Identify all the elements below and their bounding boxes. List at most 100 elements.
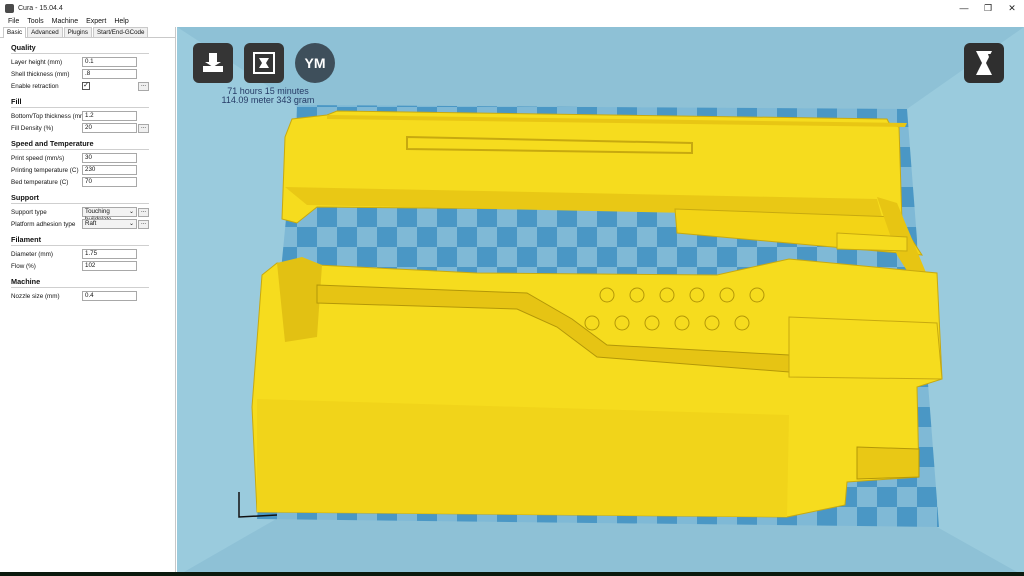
print-estimate: 71 hours 15 minutes 114.09 meter 343 gra… xyxy=(213,87,323,105)
taskbar-strip xyxy=(0,572,1024,576)
print-temp-label: Printing temperature (C) xyxy=(11,166,79,174)
shell-thickness-input[interactable]: .8 xyxy=(82,69,137,79)
vent-hole xyxy=(689,287,705,303)
print-button[interactable] xyxy=(244,43,284,83)
vent-hole xyxy=(599,287,615,303)
adhesion-value: Raft xyxy=(85,220,97,227)
adhesion-select[interactable]: Raft ⌄ xyxy=(82,219,137,229)
vent-hole xyxy=(734,315,750,331)
build-plate-scene xyxy=(177,27,1024,576)
section-title: Support xyxy=(11,193,39,202)
fill-density-input[interactable]: 20 xyxy=(82,123,137,133)
model-rear-notch xyxy=(856,446,920,480)
menu-machine[interactable]: Machine xyxy=(52,18,78,25)
load-icon xyxy=(203,53,223,72)
adhesion-more-button[interactable]: ... xyxy=(138,219,149,229)
nozzle-input[interactable]: 0.4 xyxy=(82,291,137,301)
section-title: Quality xyxy=(11,43,36,52)
settings-tabs: Basic Advanced Plugins Start/End-GCode xyxy=(0,27,175,38)
support-type-row: Support type Touching buildplate ⌄ ... xyxy=(0,206,175,223)
bottom-top-input[interactable]: 1.2 xyxy=(82,111,137,121)
nozzle-label: Nozzle size (mm) xyxy=(11,292,60,300)
shell-thickness-row: Shell thickness (mm) .8 xyxy=(0,68,175,80)
print-temp-input[interactable]: 230 xyxy=(82,165,137,175)
chevron-down-icon: ⌄ xyxy=(128,221,134,227)
view-mode-icon xyxy=(976,51,993,75)
menu-tools[interactable]: Tools xyxy=(27,18,43,25)
filament-section: Filament Diameter (mm) 1.75 Flow (%) 102 xyxy=(0,235,175,272)
menu-help[interactable]: Help xyxy=(114,18,128,25)
diameter-label: Diameter (mm) xyxy=(11,250,53,258)
load-model-button[interactable] xyxy=(193,43,233,83)
retraction-row: Enable retraction ✓ ... xyxy=(0,80,175,92)
title-bar: Cura - 15.04.4 — ❐ ✕ xyxy=(0,0,1024,16)
shell-thickness-label: Shell thickness (mm) xyxy=(11,70,70,78)
maximize-button[interactable]: ❐ xyxy=(976,0,1000,16)
menu-expert[interactable]: Expert xyxy=(86,18,106,25)
model-front-cap xyxy=(277,257,322,342)
tab-plugins[interactable]: Plugins xyxy=(63,27,92,37)
bed-temp-input[interactable]: 70 xyxy=(82,177,137,187)
support-type-label: Support type xyxy=(11,208,47,216)
vent-hole xyxy=(719,287,735,303)
support-type-select[interactable]: Touching buildplate ⌄ xyxy=(82,207,137,223)
fill-density-row: Fill Density (%) 20 ... xyxy=(0,122,175,134)
print-temp-row: Printing temperature (C) 230 xyxy=(0,164,175,176)
view-mode-button[interactable] xyxy=(964,43,1004,83)
vent-hole xyxy=(584,315,600,331)
machine-section: Machine Nozzle size (mm) 0.4 xyxy=(0,277,175,302)
speed-section: Speed and Temperature Print speed (mm/s)… xyxy=(0,139,175,188)
fill-density-label: Fill Density (%) xyxy=(11,124,54,132)
nozzle-row: Nozzle size (mm) 0.4 xyxy=(0,290,175,302)
divider xyxy=(11,53,149,54)
retraction-checkbox[interactable]: ✓ xyxy=(82,82,90,90)
vent-hole xyxy=(749,287,765,303)
window-title: Cura - 15.04.4 xyxy=(18,4,63,12)
bottom-top-label: Bottom/Top thickness (mm) xyxy=(11,112,88,120)
vent-hole xyxy=(659,287,675,303)
fill-more-button[interactable]: ... xyxy=(138,123,149,133)
vent-hole xyxy=(704,315,720,331)
3d-viewport[interactable]: YM 71 hours 15 minutes 114.09 meter 343 … xyxy=(177,27,1024,576)
window-controls: — ❐ ✕ xyxy=(952,0,1024,16)
adhesion-row: Platform adhesion type Raft ⌄ ... xyxy=(0,218,175,230)
close-button[interactable]: ✕ xyxy=(1000,0,1024,16)
divider xyxy=(11,107,149,108)
flow-label: Flow (%) xyxy=(11,262,36,270)
layer-height-input[interactable]: 0.1 xyxy=(82,57,137,67)
bed-temp-row: Bed temperature (C) 70 xyxy=(0,176,175,188)
vent-hole xyxy=(644,315,660,331)
menu-bar: File Tools Machine Expert Help xyxy=(0,16,176,27)
adhesion-label: Platform adhesion type xyxy=(11,220,76,228)
print-speed-input[interactable]: 30 xyxy=(82,153,137,163)
tab-basic[interactable]: Basic xyxy=(3,27,27,38)
chevron-down-icon: ⌄ xyxy=(128,209,134,215)
print-speed-row: Print speed (mm/s) 30 xyxy=(0,152,175,164)
retraction-more-button[interactable]: ... xyxy=(138,81,149,91)
flow-input[interactable]: 102 xyxy=(82,261,137,271)
model-lower-block xyxy=(257,399,789,517)
divider xyxy=(11,203,149,204)
ym-icon: YM xyxy=(304,55,326,71)
tab-start-end-gcode[interactable]: Start/End-GCode xyxy=(92,27,149,37)
flow-row: Flow (%) 102 xyxy=(0,260,175,272)
vent-hole xyxy=(674,315,690,331)
fill-section: Fill Bottom/Top thickness (mm) 1.2 Fill … xyxy=(0,97,175,134)
tab-advanced[interactable]: Advanced xyxy=(27,27,63,37)
quality-section: Quality Layer height (mm) 0.1 Shell thic… xyxy=(0,43,175,92)
bed-temp-label: Bed temperature (C) xyxy=(11,178,69,186)
print-material: 114.09 meter 343 gram xyxy=(221,95,315,105)
divider xyxy=(11,149,149,150)
divider xyxy=(11,287,149,288)
diameter-input[interactable]: 1.75 xyxy=(82,249,137,259)
bottom-top-row: Bottom/Top thickness (mm) 1.2 xyxy=(0,110,175,122)
layer-height-row: Layer height (mm) 0.1 xyxy=(0,56,175,68)
section-title: Machine xyxy=(11,277,41,286)
support-section: Support Support type Touching buildplate… xyxy=(0,193,175,230)
ym-button[interactable]: YM xyxy=(295,43,335,83)
settings-panel: Basic Advanced Plugins Start/End-GCode Q… xyxy=(0,27,176,576)
minimize-button[interactable]: — xyxy=(952,0,976,16)
section-title: Filament xyxy=(11,235,42,244)
menu-file[interactable]: File xyxy=(8,18,19,25)
support-more-button[interactable]: ... xyxy=(138,207,149,217)
